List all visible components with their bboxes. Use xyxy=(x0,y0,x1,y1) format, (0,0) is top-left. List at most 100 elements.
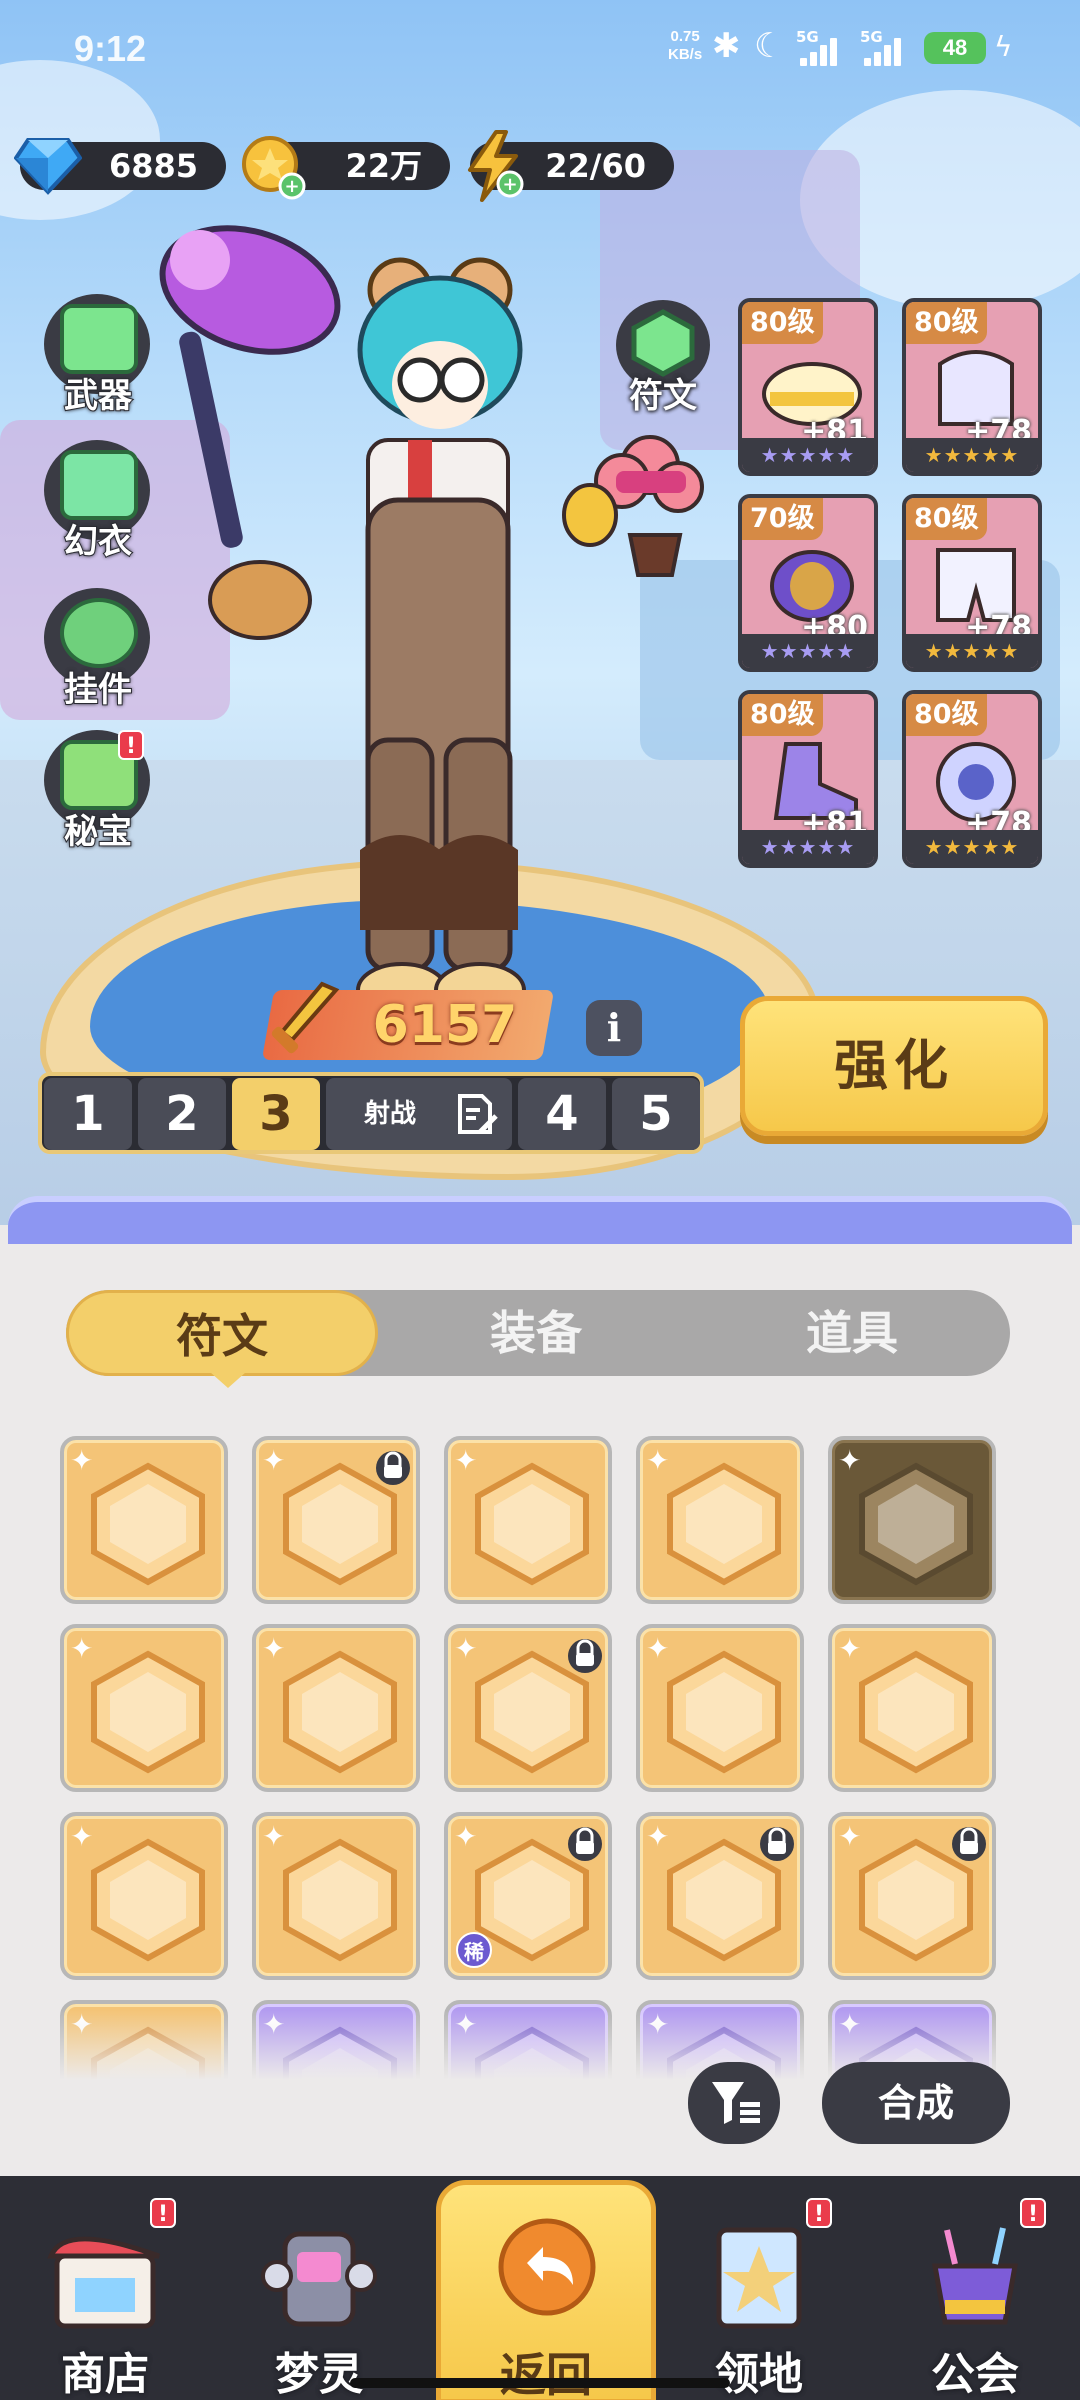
rune-gem-icon xyxy=(667,1650,781,1774)
coin-count: 22万 xyxy=(345,147,422,185)
loadout-slot-5[interactable]: 5 xyxy=(612,1078,700,1150)
rune-slot[interactable]: ✦ xyxy=(828,1624,996,1792)
sparkle-icon: ✦ xyxy=(262,1820,286,1853)
info-button[interactable]: i xyxy=(586,1000,642,1056)
rune-slot[interactable]: ✦ xyxy=(636,1812,804,1980)
moon-icon: ☾ xyxy=(754,26,789,66)
weapon-icon xyxy=(60,304,138,374)
sparkle-icon: ✦ xyxy=(838,1632,862,1665)
rune-slot[interactable]: ✦ xyxy=(828,1812,996,1980)
rune-slot[interactable]: ✦ xyxy=(252,1812,420,1980)
rune-gem-icon xyxy=(859,1462,973,1586)
signal-icon xyxy=(800,34,844,66)
loadout-slot-1[interactable]: 1 xyxy=(44,1078,132,1150)
rune-slot[interactable]: ✦ xyxy=(444,1624,612,1792)
equip-stars: ★★★★★ xyxy=(906,830,1038,864)
rune-label: 符文 xyxy=(629,376,697,416)
rune-slot[interactable]: ✦ xyxy=(60,1436,228,1604)
rune-slot[interactable]: ✦ xyxy=(828,1436,996,1604)
panel-header-strip xyxy=(8,1196,1072,1246)
combine-button[interactable]: 合成 xyxy=(822,2062,1010,2144)
equip-level: 80级 xyxy=(906,302,987,344)
svg-text:+: + xyxy=(502,174,517,195)
rune-gem-icon xyxy=(283,1838,397,1962)
net-speed: 0.75 KB/s xyxy=(668,28,702,64)
sparkle-icon: ✦ xyxy=(454,1632,478,1665)
return-arrow-icon xyxy=(498,2218,596,2316)
equip-slot-pants[interactable]: 80级 +78 ★★★★★ xyxy=(902,494,1042,672)
sword-icon xyxy=(271,981,340,1054)
nav-return[interactable]: 返回 xyxy=(436,2180,656,2400)
loadout-slot-4[interactable]: 4 xyxy=(518,1078,606,1150)
rune-slot[interactable]: ✦ xyxy=(60,1812,228,1980)
filter-button[interactable] xyxy=(688,2062,780,2144)
edit-icon xyxy=(458,1094,498,1134)
loadout-slot-3[interactable]: 3 xyxy=(232,1078,320,1150)
combat-power: 6157 xyxy=(372,995,518,1055)
equip-slot-helmet[interactable]: 80级 +81 ★★★★★ xyxy=(738,298,878,476)
gem-count: 6885 xyxy=(108,147,198,185)
status-bar: 9:12 0.75 KB/s ✱ ☾ 5G 5G 48 ϟ xyxy=(0,0,1080,100)
nav-dream-spirit-label: 梦灵 xyxy=(275,2349,363,2400)
equip-level: 80级 xyxy=(742,694,823,736)
nav-guild[interactable]: ! 公会 xyxy=(870,2176,1080,2400)
nav-dream-spirit[interactable]: 梦灵 xyxy=(214,2176,424,2400)
rune-gem-icon xyxy=(667,1462,781,1586)
nav-guild-label: 公会 xyxy=(931,2349,1019,2400)
guild-icon xyxy=(932,2227,1018,2325)
nav-return-label: 返回 xyxy=(500,2348,592,2400)
lock-icon xyxy=(568,1827,602,1861)
pendant-icon xyxy=(60,598,138,668)
nav-territory[interactable]: ! 领地 xyxy=(654,2176,864,2400)
rune-slot[interactable]: ✦ xyxy=(252,1624,420,1792)
equip-slot-armor[interactable]: 80级 +78 ★★★★★ xyxy=(902,298,1042,476)
rune-slot[interactable]: ✦ xyxy=(636,1624,804,1792)
sparkle-icon: ✦ xyxy=(70,1820,94,1853)
equip-stars: ★★★★★ xyxy=(742,438,874,472)
rune-gem-icon xyxy=(475,1462,589,1586)
home-indicator[interactable] xyxy=(350,2378,730,2388)
lock-icon xyxy=(376,1451,410,1485)
rune-gem-icon xyxy=(91,1462,205,1586)
equip-level: 70级 xyxy=(742,498,823,540)
energy-count: 22/60 xyxy=(545,147,646,185)
notification-badge: ! xyxy=(150,2198,176,2228)
lock-icon xyxy=(952,1827,986,1861)
tab-items[interactable]: 道具 xyxy=(694,1290,1010,1376)
rune-slot[interactable]: ✦ 稀 xyxy=(444,1812,612,1980)
rune-slot[interactable]: ✦ xyxy=(444,1436,612,1604)
tab-runes[interactable]: 符文 xyxy=(66,1290,378,1376)
notification-badge: ! xyxy=(1020,2198,1046,2228)
nav-shop[interactable]: ! 商店 xyxy=(0,2176,210,2400)
player-character[interactable] xyxy=(140,200,580,1080)
sparkle-icon: ✦ xyxy=(646,1444,670,1477)
sparkle-icon: ✦ xyxy=(646,1632,670,1665)
sparkle-icon: ✦ xyxy=(454,1444,478,1477)
flower-pet[interactable] xyxy=(560,425,710,585)
loadout-name[interactable]: 射战 xyxy=(326,1078,512,1150)
charging-icon: ϟ xyxy=(994,30,1013,63)
signal-icon xyxy=(864,34,908,66)
sparkle-icon: ✦ xyxy=(838,1820,862,1853)
sparkle-icon: ✦ xyxy=(454,1820,478,1853)
lock-icon xyxy=(568,1639,602,1673)
bluetooth-icon: ✱ xyxy=(712,26,745,66)
rune-slot[interactable]: ✦ xyxy=(636,1436,804,1604)
tab-equipment[interactable]: 装备 xyxy=(378,1290,694,1376)
equip-slot-bracer[interactable]: 70级 +80 ★★★★★ xyxy=(738,494,878,672)
loadout-slot-2[interactable]: 2 xyxy=(138,1078,226,1150)
dream-spirit-icon xyxy=(261,2231,377,2327)
sparkle-icon: ✦ xyxy=(262,1444,286,1477)
equip-slot-boots[interactable]: 80级 +81 ★★★★★ xyxy=(738,690,878,868)
nav-territory-label: 领地 xyxy=(715,2349,803,2400)
rune-slot[interactable]: ✦ xyxy=(252,1436,420,1604)
svg-text:+: + xyxy=(284,176,299,197)
rune-slot[interactable]: ✦ xyxy=(60,1624,228,1792)
rune-button[interactable]: 符文 xyxy=(608,300,718,420)
sparkle-icon: ✦ xyxy=(262,1632,286,1665)
equip-slot-orb[interactable]: 80级 +78 ★★★★★ xyxy=(902,690,1042,868)
shop-icon xyxy=(47,2236,160,2329)
upgrade-button[interactable]: 强化 xyxy=(740,996,1048,1136)
equip-stars: ★★★★★ xyxy=(906,438,1038,472)
rune-gem-icon xyxy=(859,1650,973,1774)
